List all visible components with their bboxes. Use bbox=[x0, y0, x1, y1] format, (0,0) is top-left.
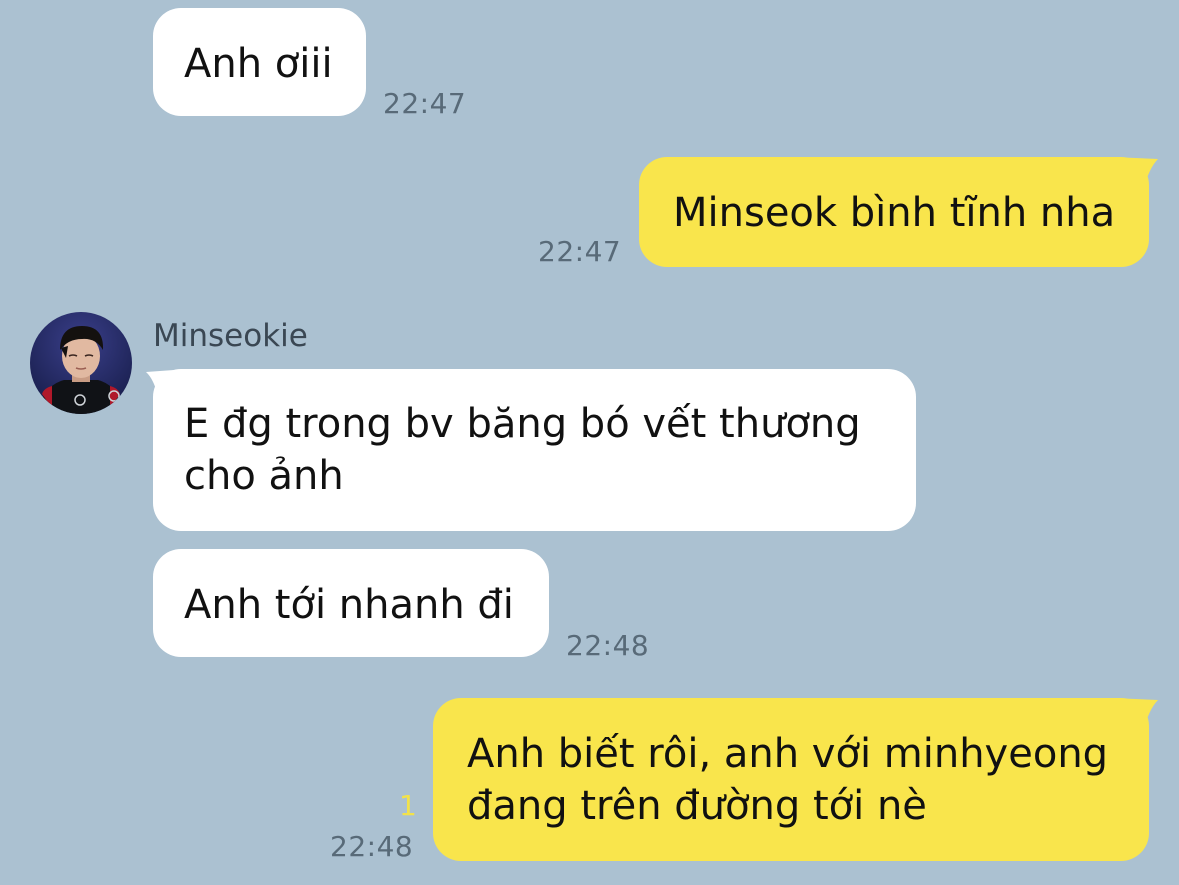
message-timestamp: 22:48 bbox=[330, 830, 414, 863]
message-text: Anh tới nhanh đi bbox=[184, 582, 514, 628]
message-text-line: cho ảnh bbox=[184, 453, 344, 499]
sender-name: Minseokie bbox=[153, 318, 308, 354]
chat-message-list[interactable]: Anh ơiii 22:47 Minseok bình tĩnh nha 22:… bbox=[0, 0, 1179, 885]
bubble-tail-icon bbox=[1112, 157, 1158, 195]
message-text: Anh ơiii bbox=[184, 41, 333, 87]
message-timestamp: 22:47 bbox=[383, 87, 467, 120]
incoming-message-bubble[interactable]: Anh ơiii bbox=[153, 8, 366, 116]
unread-count: 1 bbox=[399, 789, 417, 822]
message-text-line: đang trên đường tới nè bbox=[467, 783, 927, 829]
message-timestamp: 22:48 bbox=[566, 629, 650, 662]
message-text: Minseok bình tĩnh nha bbox=[673, 190, 1116, 236]
contact-avatar[interactable] bbox=[30, 312, 132, 414]
incoming-message-bubble[interactable]: E đg trong bv băng bó vết thương cho ảnh bbox=[153, 369, 916, 531]
incoming-message-bubble[interactable]: Anh tới nhanh đi bbox=[153, 549, 549, 657]
outgoing-message-bubble[interactable]: Anh biết rôi, anh với minhyeong đang trê… bbox=[433, 698, 1149, 861]
person-photo-avatar-icon bbox=[30, 312, 132, 414]
bubble-tail-icon bbox=[1112, 698, 1158, 736]
message-timestamp: 22:47 bbox=[538, 235, 622, 268]
outgoing-message-bubble[interactable]: Minseok bình tĩnh nha bbox=[639, 157, 1149, 267]
message-text-line: Anh biết rôi, anh với minhyeong bbox=[467, 731, 1109, 777]
message-text-line: E đg trong bv băng bó vết thương bbox=[184, 401, 861, 447]
